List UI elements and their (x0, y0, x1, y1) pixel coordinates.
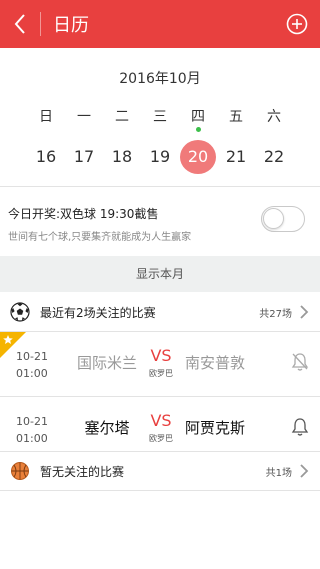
match-datetime: 10-21 01:00 (16, 348, 48, 382)
date-cell[interactable]: 17 (66, 140, 102, 174)
basketball-matches-header[interactable]: 暂无关注的比赛 共1场 (0, 452, 320, 490)
match-time: 01:00 (16, 432, 48, 445)
date-cell[interactable]: 22 (256, 140, 292, 174)
date-cell[interactable]: 21 (218, 140, 254, 174)
basketball-matches-title: 暂无关注的比赛 (40, 464, 125, 479)
back-button[interactable] (0, 0, 40, 48)
lottery-title: 今日开奖:双色球 19:30截售 (8, 207, 159, 221)
toggle-knob (263, 208, 284, 229)
back-arrow-icon (14, 14, 25, 34)
chevron-right-icon (300, 305, 309, 319)
home-team: 塞尔塔 (84, 419, 130, 437)
date-cell[interactable]: 18 (104, 140, 140, 174)
weekday-label: 六 (267, 109, 281, 125)
match-row[interactable]: 10-21 01:00 国际米兰 VS 欧罗巴 南安普敦 (0, 332, 320, 396)
followed-matches-title: 最近有2场关注的比赛 (40, 305, 156, 320)
today-marker-dot (196, 127, 201, 132)
divider (0, 490, 320, 491)
top-bar: 日历 (0, 0, 320, 48)
away-team: 阿贾克斯 (184, 419, 245, 437)
show-month-button[interactable]: 显示本月 (0, 256, 320, 292)
add-button[interactable] (274, 0, 320, 48)
basketball-icon (11, 462, 29, 480)
weekday-label: 四 (191, 109, 205, 125)
month-label[interactable]: 2016年10月 (0, 68, 320, 88)
bell-icon[interactable] (291, 417, 309, 437)
chevron-right-icon (300, 464, 309, 478)
football-icon (10, 302, 30, 322)
weekday-label: 二 (115, 109, 129, 125)
lottery-toggle[interactable] (261, 206, 305, 232)
weekday-label: 三 (153, 109, 167, 125)
lottery-subtitle: 世间有七个球,只要集齐就能成为人生赢家 (8, 232, 192, 243)
bell-icon[interactable] (291, 352, 309, 372)
basketball-matches-count: 共1场 (265, 467, 292, 479)
lottery-reminder: 今日开奖:双色球 19:30截售 世间有七个球,只要集齐就能成为人生赢家 (0, 187, 320, 255)
date-cell[interactable]: 19 (142, 140, 178, 174)
plus-circle-icon (286, 13, 308, 35)
header-separator (40, 12, 41, 36)
followed-matches-header[interactable]: 最近有2场关注的比赛 共27场 (0, 293, 320, 331)
match-date: 10-21 (16, 350, 48, 363)
followed-matches-count: 共27场 (259, 308, 292, 320)
date-cell[interactable]: 16 (28, 140, 64, 174)
page-title: 日历 (53, 15, 89, 36)
weekday-label: 五 (229, 109, 243, 125)
calendar-week: 2016年10月 日 一 二 三 四 五 六 16 17 18 19 20 21… (0, 48, 320, 186)
weekday-label: 一 (77, 109, 91, 125)
home-team: 国际米兰 (76, 354, 137, 372)
match-time: 01:00 (16, 367, 48, 380)
away-team: 南安普敦 (184, 354, 245, 372)
date-cell-today[interactable]: 20 (180, 140, 216, 174)
match-date: 10-21 (16, 415, 48, 428)
match-datetime: 10-21 01:00 (16, 413, 48, 447)
weekday-label: 日 (39, 109, 53, 125)
